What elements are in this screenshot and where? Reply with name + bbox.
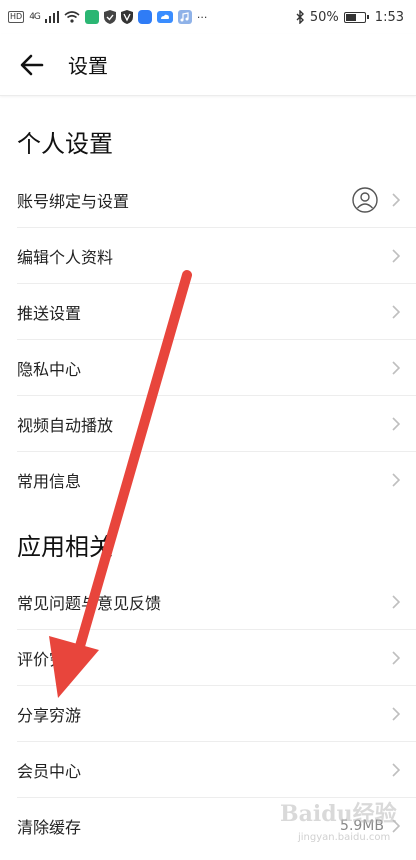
shield-check-icon <box>103 10 116 24</box>
settings-row-faq-feedback[interactable]: 常见问题与意见反馈 <box>0 574 416 630</box>
baidu-jingyan-watermark: Baidu经验 jingyan.baidu.com <box>276 792 406 852</box>
chevron-right-icon <box>388 594 404 610</box>
user-avatar-icon <box>352 187 378 213</box>
top-app-bar: 设置 <box>0 34 416 96</box>
section-title-personal: 个人设置 <box>17 130 113 158</box>
signal-icon <box>44 11 59 23</box>
section-title-app: 应用相关 <box>17 533 113 561</box>
chevron-right-icon <box>388 650 404 666</box>
row-label: 编辑个人资料 <box>17 248 114 267</box>
app-notification-blue-icon <box>137 10 152 24</box>
chevron-right-icon <box>388 706 404 722</box>
row-label: 账号绑定与设置 <box>17 192 130 211</box>
settings-row-edit-profile[interactable]: 编辑个人资料 <box>0 228 416 284</box>
back-button[interactable] <box>2 35 62 95</box>
status-bar: HD 4G ··· 50% 1:53 <box>0 0 416 34</box>
row-label: 常见问题与意见反馈 <box>17 594 162 613</box>
settings-row-share-app[interactable]: 分享穷游 <box>0 686 416 742</box>
row-label: 分享穷游 <box>17 706 82 725</box>
app-notification-green-icon <box>84 10 99 24</box>
chevron-right-icon <box>388 416 404 432</box>
watermark-brand: Baidu经验 <box>280 801 397 827</box>
watermark-url: jingyan.baidu.com <box>298 832 391 843</box>
page-title: 设置 <box>68 54 108 78</box>
music-app-icon <box>177 10 192 24</box>
settings-row-account-binding[interactable]: 账号绑定与设置 <box>0 172 416 228</box>
more-notifications: ··· <box>196 10 208 24</box>
settings-row-privacy[interactable]: 隐私中心 <box>0 340 416 396</box>
network-type: 4G <box>29 12 41 22</box>
chevron-right-icon <box>388 762 404 778</box>
clock: 1:53 <box>374 9 404 25</box>
status-left: HD 4G ··· <box>8 10 207 24</box>
status-right: 50% 1:53 <box>296 10 404 25</box>
row-label: 常用信息 <box>17 472 82 491</box>
chevron-right-icon <box>388 192 404 208</box>
row-label: 评价穷游 <box>17 650 82 669</box>
settings-row-member-center[interactable]: 会员中心 <box>0 742 416 798</box>
settings-row-common-info[interactable]: 常用信息 <box>0 452 416 508</box>
chevron-right-icon <box>388 248 404 264</box>
wifi-icon <box>64 11 80 23</box>
settings-row-rate-app[interactable]: 评价穷游 <box>0 630 416 686</box>
settings-row-push[interactable]: 推送设置 <box>0 284 416 340</box>
chevron-right-icon <box>388 360 404 376</box>
settings-row-video-autoplay[interactable]: 视频自动播放 <box>0 396 416 452</box>
row-label: 视频自动播放 <box>17 416 114 435</box>
app-shield-v-icon <box>120 10 133 24</box>
battery-fill <box>345 13 356 21</box>
row-label: 推送设置 <box>17 304 82 323</box>
arrow-left-icon <box>20 54 44 75</box>
chevron-right-icon <box>388 304 404 320</box>
battery-icon <box>343 11 369 23</box>
hd-indicator: HD <box>8 11 25 23</box>
bluetooth-icon <box>296 10 304 24</box>
cloud-icon <box>156 11 173 23</box>
row-label: 会员中心 <box>17 762 82 781</box>
chevron-right-icon <box>388 472 404 488</box>
battery-percent: 50% <box>309 9 339 25</box>
row-label: 隐私中心 <box>17 360 82 379</box>
